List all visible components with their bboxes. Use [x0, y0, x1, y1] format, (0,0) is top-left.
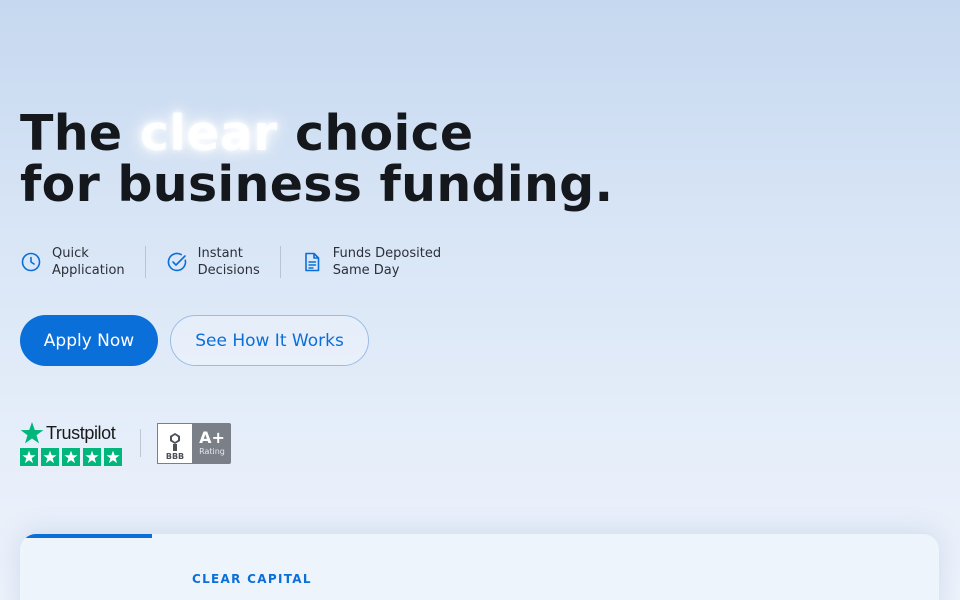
feature-divider: [144, 246, 146, 278]
hero-section: The clear choice for business funding.: [20, 108, 940, 210]
feature-quick-application: Quick Application: [20, 243, 125, 281]
feature-line-2: Application: [52, 263, 125, 278]
headline-line-1: The clear choice: [20, 108, 940, 159]
info-card: CLEAR CAPITAL: [20, 534, 939, 600]
feature-divider: [279, 246, 281, 278]
star-icon: [41, 448, 59, 466]
trustpilot-stars: [20, 448, 124, 466]
feature-line-1: Instant: [197, 246, 243, 261]
document-icon: [301, 251, 323, 273]
feature-instant-decisions: Instant Decisions: [166, 243, 260, 281]
bbb-badge[interactable]: BBB A+ Rating: [157, 422, 231, 464]
card-eyebrow: CLEAR CAPITAL: [192, 572, 312, 586]
trustpilot-star-icon: [20, 422, 44, 444]
apply-now-button[interactable]: Apply Now: [20, 315, 158, 366]
bbb-torch-icon: [170, 432, 180, 451]
star-icon: [83, 448, 101, 466]
bbb-label: BBB: [165, 451, 185, 461]
headline-before: The: [20, 105, 140, 162]
headline-line-2: for business funding.: [20, 156, 614, 213]
star-icon: [20, 448, 38, 466]
star-icon: [62, 448, 80, 466]
trustpilot-logo: Trustpilot: [20, 420, 124, 446]
see-how-it-works-button[interactable]: See How It Works: [170, 315, 369, 366]
trustpilot-badge[interactable]: Trustpilot: [20, 420, 124, 466]
feature-text: Instant Decisions: [198, 245, 260, 279]
headline-after: choice: [277, 105, 474, 162]
feature-text: Funds Deposited Same Day: [333, 245, 441, 279]
headline-highlight-word: clear: [139, 105, 278, 162]
feature-line-1: Funds Deposited: [332, 246, 442, 261]
feature-line-1: Quick: [52, 246, 89, 261]
clock-icon: [20, 251, 42, 273]
feature-line-2: Decisions: [197, 263, 260, 278]
trustpilot-name: Trustpilot: [46, 422, 116, 443]
trust-badges: Trustpilot BBB A+ Rating: [20, 420, 231, 466]
card-accent-bar: [20, 534, 152, 538]
bbb-logo: BBB: [157, 422, 193, 464]
bbb-rating-label: Rating: [199, 447, 225, 456]
check-circle-icon: [166, 251, 188, 273]
feature-line-2: Same Day: [332, 263, 400, 278]
feature-funds-deposited: Funds Deposited Same Day: [301, 243, 441, 281]
hero-headline: The clear choice for business funding.: [20, 108, 940, 210]
bbb-grade: A+: [199, 428, 225, 447]
bbb-rating-panel: A+ Rating: [193, 423, 231, 464]
badge-divider: [140, 429, 141, 457]
star-icon: [104, 448, 122, 466]
feature-list: Quick Application Instant Decisions Fund…: [20, 243, 441, 281]
feature-text: Quick Application: [52, 245, 125, 279]
cta-buttons: Apply Now See How It Works: [20, 315, 369, 366]
